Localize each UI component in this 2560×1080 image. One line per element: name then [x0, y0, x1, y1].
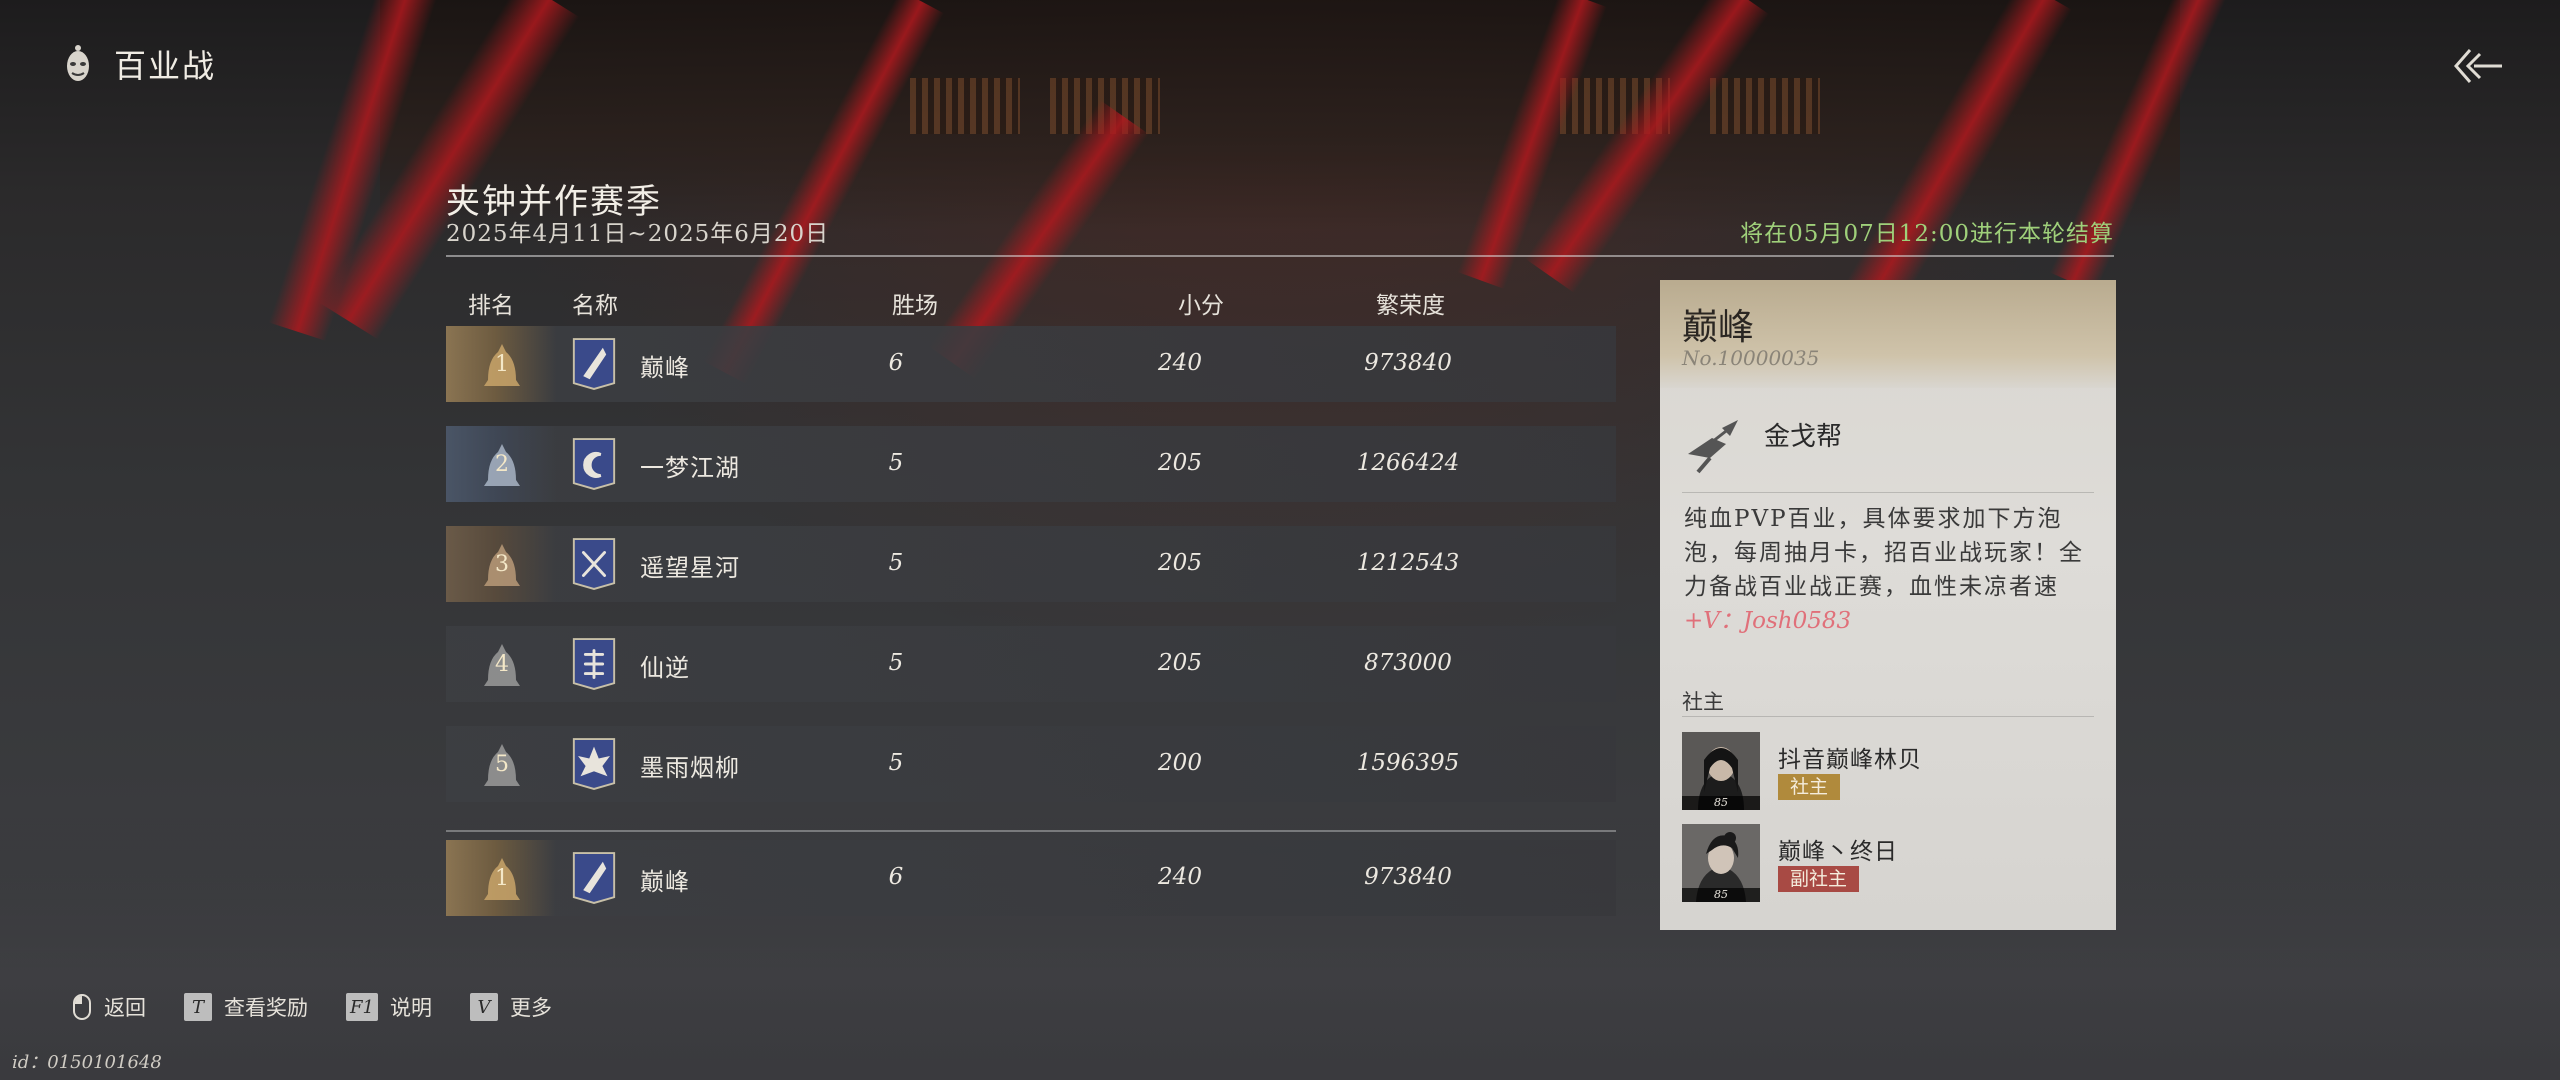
- guild-name: 巅峰: [1682, 307, 1755, 348]
- mask-emblem-icon: [62, 40, 94, 88]
- column-points: 小分: [1178, 293, 1224, 319]
- back-arrow-icon[interactable]: [2448, 44, 2504, 88]
- rank-number: 1: [495, 352, 509, 377]
- points-cell: 200: [1158, 750, 1202, 776]
- guild-name-cell: 巅峰: [640, 354, 690, 382]
- season-dates: 2025年4月11日~2025年6月20日: [446, 221, 830, 247]
- crossed-swords-banner-icon: [572, 538, 616, 590]
- top-bar: 百业战: [62, 40, 216, 88]
- avatar: 85: [1682, 732, 1760, 810]
- prosperity-cell: 873000: [1364, 650, 1452, 676]
- hint-label: 返回: [104, 996, 146, 1020]
- quill-banner-icon: [572, 338, 616, 390]
- guild-name-cell: 遥望星河: [640, 554, 740, 582]
- wins-cell: 6: [888, 864, 904, 890]
- prosperity-cell: 1212543: [1356, 550, 1460, 576]
- user-id: id：0150101648: [12, 1052, 162, 1073]
- column-name: 名称: [572, 293, 618, 319]
- member-item[interactable]: 85 巅峰丶终日 副社主: [1682, 824, 2102, 904]
- rank-number: 1: [495, 866, 509, 891]
- wins-cell: 5: [888, 650, 904, 676]
- member-name: 巅峰丶终日: [1778, 839, 1898, 865]
- sect-name: 金戈帮: [1764, 422, 1843, 452]
- guild-detail-panel: 巅峰 No.10000035 金戈帮 纯血PVP百业，具体要求加下方泡泡，每周抽…: [1660, 280, 2116, 940]
- guild-number: No.10000035: [1682, 346, 1820, 370]
- key-badge: V: [469, 993, 498, 1021]
- golden-spear-icon: [1682, 414, 1744, 476]
- rank-number: 5: [495, 752, 509, 777]
- rank-number: 2: [495, 452, 509, 477]
- guild-name-cell: 仙逆: [640, 654, 690, 682]
- table-row[interactable]: 5 墨雨烟柳 5 200 1596395: [446, 726, 1616, 802]
- hint-back[interactable]: 返回: [72, 992, 146, 1022]
- column-wins: 胜场: [892, 293, 938, 319]
- points-cell: 205: [1158, 550, 1202, 576]
- table-row[interactable]: 4 仙逆 5 205 873000: [446, 626, 1616, 702]
- wins-cell: 6: [888, 350, 904, 376]
- guild-name-cell: 墨雨烟柳: [640, 754, 740, 782]
- points-cell: 205: [1158, 650, 1202, 676]
- table-header: 排名 名称 胜场 小分 繁荣度: [446, 282, 1616, 320]
- contact-text: +V：Josh0583: [1684, 608, 1852, 634]
- footer-hints: 返回 T 查看奖励 F1 说明 V 更多: [72, 992, 552, 1022]
- guild-name-cell: 一梦江湖: [640, 454, 740, 482]
- description-text: 纯血PVP百业，具体要求加下方泡泡，每周抽月卡，招百业战玩家！全力备战百业战正赛…: [1684, 506, 2084, 600]
- hint-more[interactable]: V 更多: [469, 992, 552, 1022]
- own-guild-row[interactable]: 1 巅峰 6 240 973840: [446, 840, 1616, 916]
- member-role-badge: 副社主: [1778, 866, 1860, 892]
- rank-number: 4: [495, 652, 509, 677]
- wins-cell: 5: [888, 550, 904, 576]
- panel-divider: [1682, 492, 2094, 493]
- table-row[interactable]: 3 遥望星河 5 205 1212543: [446, 526, 1616, 602]
- table-row[interactable]: 1 巅峰 6 240 973840: [446, 326, 1616, 402]
- points-cell: 240: [1158, 350, 1202, 376]
- avatar-level: 85: [1682, 796, 1760, 810]
- hint-label: 查看奖励: [224, 996, 308, 1020]
- wins-cell: 5: [888, 450, 904, 476]
- member-name: 抖音巅峰林贝: [1778, 747, 1922, 773]
- header-divider: [446, 255, 2114, 257]
- wins-cell: 5: [888, 750, 904, 776]
- members-label: 社主: [1682, 690, 1724, 714]
- background-window: [1710, 78, 1820, 134]
- panel-torn-edge: [1660, 910, 2116, 940]
- page-title: 百业战: [114, 47, 217, 85]
- hint-label: 更多: [509, 996, 552, 1020]
- points-cell: 205: [1158, 450, 1202, 476]
- table-row[interactable]: 2 一梦江湖 5 205 1266424: [446, 426, 1616, 502]
- prosperity-cell: 973840: [1364, 350, 1452, 376]
- prosperity-cell: 1596395: [1356, 750, 1460, 776]
- points-cell: 240: [1158, 864, 1202, 890]
- column-prosperity: 繁荣度: [1376, 293, 1445, 319]
- guild-description: 纯血PVP百业，具体要求加下方泡泡，每周抽月卡，招百业战玩家！全力备战百业战正赛…: [1684, 502, 2094, 638]
- hint-label: 说明: [389, 996, 432, 1020]
- own-rank-divider: [446, 830, 1616, 832]
- rank-number: 3: [495, 552, 509, 577]
- quill-banner-icon: [572, 852, 616, 904]
- member-role-badge: 社主: [1778, 774, 1841, 800]
- prosperity-cell: 1266424: [1356, 450, 1460, 476]
- member-item[interactable]: 85 抖音巅峰林贝 社主: [1682, 732, 2102, 812]
- hint-help[interactable]: F1 说明: [346, 992, 432, 1022]
- hint-rewards[interactable]: T 查看奖励: [184, 992, 308, 1022]
- key-badge: T: [184, 993, 212, 1021]
- background-window: [910, 78, 1020, 134]
- key-badge: F1: [346, 993, 378, 1021]
- avatar: 85: [1682, 824, 1760, 902]
- maple-leaf-banner-icon: [572, 738, 616, 790]
- avatar-level: 85: [1682, 888, 1760, 902]
- panel-divider: [1682, 716, 2094, 717]
- mouse-icon: [72, 993, 92, 1021]
- column-rank: 排名: [468, 293, 514, 319]
- settlement-notice: 将在05月07日12:00进行本轮结算: [1740, 221, 2114, 247]
- sweet-char-banner-icon: [572, 638, 616, 690]
- prosperity-cell: 973840: [1364, 864, 1452, 890]
- guild-name-cell: 巅峰: [640, 868, 690, 896]
- crescent-banner-icon: [572, 438, 616, 490]
